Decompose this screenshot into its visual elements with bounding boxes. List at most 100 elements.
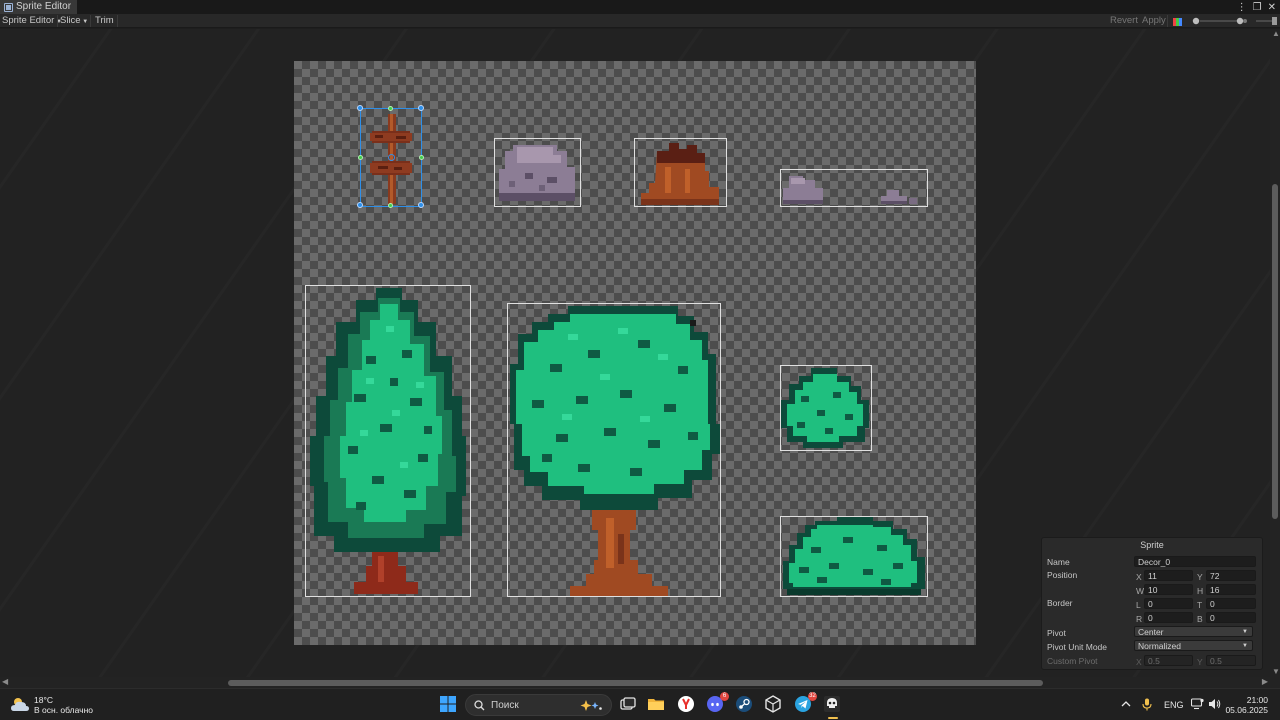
maximize-icon[interactable]: ❐: [1253, 2, 1262, 13]
rock-sprite: [499, 145, 575, 201]
chevron-down-icon: ▼: [80, 19, 89, 25]
telegram-button[interactable]: 32: [794, 692, 817, 715]
sprite-rect[interactable]: [780, 169, 928, 207]
resize-handle-top[interactable]: [388, 106, 393, 111]
slice-dropdown-label: Slice: [60, 15, 81, 26]
border-right-field[interactable]: 0: [1144, 612, 1193, 623]
revert-button[interactable]: Revert: [1110, 14, 1138, 28]
discord-button[interactable]: 6: [706, 692, 729, 715]
input-language[interactable]: ENG: [1164, 700, 1184, 720]
tab-sprite-editor[interactable]: Sprite Editor: [0, 0, 78, 14]
clock-time: 21:00: [1246, 695, 1268, 705]
sprite-rect[interactable]: [780, 516, 928, 597]
scroll-down-icon[interactable]: ▼: [1272, 667, 1280, 677]
pivot-unit-mode-select[interactable]: Normalized ▼: [1134, 640, 1253, 651]
pivot-handle[interactable]: [388, 154, 395, 161]
windows-taskbar: 18°C В осн. облачно Поиск 6 32 ENG 21:00…: [0, 688, 1280, 720]
file-explorer-button[interactable]: [647, 695, 667, 715]
mode-dropdown[interactable]: Sprite Editor ▼: [2, 14, 62, 28]
texture-preview: [294, 61, 976, 645]
resize-handle-left[interactable]: [358, 155, 363, 160]
system-clock[interactable]: 21:00 05.06.2025: [1225, 695, 1268, 715]
close-icon[interactable]: ✕: [1268, 2, 1276, 13]
volume-icon[interactable]: [1208, 698, 1221, 720]
small-bush-sprite: [781, 368, 869, 448]
clock-date: 05.06.2025: [1225, 705, 1268, 715]
search-icon: [474, 700, 485, 711]
task-view-icon: [620, 697, 636, 710]
sprite-rect[interactable]: [507, 303, 721, 597]
sprite-rect[interactable]: [780, 365, 872, 451]
horizontal-scroll-thumb[interactable]: [228, 680, 1043, 686]
weather-widget[interactable]: 18°C В осн. облачно: [10, 695, 93, 715]
large-tree-sprite: [510, 306, 720, 596]
name-label: Name: [1047, 557, 1070, 567]
position-label: Position: [1047, 570, 1078, 580]
unity-hub-button[interactable]: [764, 695, 784, 715]
custom-pivot-y-label: Y: [1197, 657, 1203, 667]
height-field[interactable]: 16: [1206, 584, 1256, 595]
horizontal-scrollbar[interactable]: ◀ ▶: [0, 677, 1280, 688]
color-channel-icon[interactable]: [1173, 17, 1182, 26]
show-hidden-icons-icon[interactable]: [1121, 699, 1131, 720]
sprite-canvas[interactable]: Sprite Name Decor_0 Position X 11 Y 72 W…: [0, 29, 1280, 677]
position-y-field[interactable]: 72: [1206, 570, 1256, 581]
slice-dropdown[interactable]: Slice ▼: [60, 14, 88, 28]
copilot-sparkle-icon: [580, 700, 602, 711]
toolbar-divider: [117, 15, 118, 27]
wide-bush-sprite: [783, 517, 925, 595]
steam-icon: [736, 696, 752, 712]
sprite-rect[interactable]: [305, 285, 471, 597]
border-top-field[interactable]: 0: [1206, 598, 1256, 609]
custom-pivot-label: Custom Pivot: [1047, 656, 1098, 666]
sprite-rect[interactable]: [494, 138, 581, 207]
unity-icon: [765, 695, 781, 713]
window-controls: ⋮ ❐ ✕: [1237, 0, 1276, 14]
y-axis-label: Y: [1197, 572, 1203, 582]
resize-handle-top-left[interactable]: [357, 105, 363, 111]
microphone-icon[interactable]: [1142, 698, 1152, 720]
name-field[interactable]: Decor_0: [1134, 556, 1256, 567]
l-axis-label: L: [1136, 600, 1141, 610]
sprite-rect[interactable]: [634, 138, 727, 207]
yandex-browser-icon: [678, 696, 694, 712]
scroll-left-icon[interactable]: ◀: [2, 677, 8, 687]
resize-handle-bottom-left[interactable]: [357, 202, 363, 208]
cloudy-weather-icon: [11, 698, 29, 711]
resize-handle-bottom-right[interactable]: [418, 202, 424, 208]
more-options-icon[interactable]: ⋮: [1237, 2, 1247, 13]
unity-editor-button[interactable]: [823, 695, 843, 719]
steam-button[interactable]: [735, 695, 755, 715]
border-left-field[interactable]: 0: [1144, 598, 1193, 609]
zoom-slider[interactable]: [1190, 16, 1250, 26]
trim-button[interactable]: Trim: [95, 14, 114, 28]
t-axis-label: T: [1197, 600, 1203, 610]
width-field[interactable]: 10: [1144, 584, 1193, 595]
border-bottom-field[interactable]: 0: [1206, 612, 1256, 623]
scroll-up-icon[interactable]: ▲: [1272, 29, 1280, 39]
network-icon[interactable]: [1190, 698, 1204, 720]
task-view-button[interactable]: [619, 695, 639, 715]
resize-handle-top-right[interactable]: [418, 105, 424, 111]
sprite-editor-icon: [4, 2, 13, 12]
resize-handle-right[interactable]: [419, 155, 424, 160]
yandex-browser-button[interactable]: [677, 695, 697, 715]
tall-tree-sprite: [310, 288, 466, 594]
start-button[interactable]: [439, 695, 459, 715]
position-x-field[interactable]: 11: [1144, 570, 1193, 581]
taskbar-search[interactable]: Поиск: [465, 694, 612, 716]
skull-app-icon: [824, 696, 840, 712]
resize-handle-bottom[interactable]: [388, 203, 393, 208]
b-axis-label: B: [1197, 614, 1203, 624]
vertical-scroll-thumb[interactable]: [1272, 184, 1278, 519]
search-placeholder: Поиск: [491, 700, 519, 711]
sprite-editor-toolbar: Sprite Editor ▼ Slice ▼ Trim Revert Appl…: [0, 14, 1280, 28]
apply-button[interactable]: Apply: [1142, 14, 1166, 28]
chevron-down-icon: ▼: [1242, 629, 1248, 635]
scroll-right-icon[interactable]: ▶: [1262, 677, 1268, 687]
vertical-scrollbar[interactable]: ▲ ▼: [1270, 29, 1280, 677]
mipmap-slider[interactable]: [1256, 14, 1278, 28]
pivot-select[interactable]: Center ▼: [1134, 626, 1253, 637]
toolbar-divider: [57, 15, 58, 27]
pivot-unit-mode-value: Normalized: [1138, 641, 1181, 651]
